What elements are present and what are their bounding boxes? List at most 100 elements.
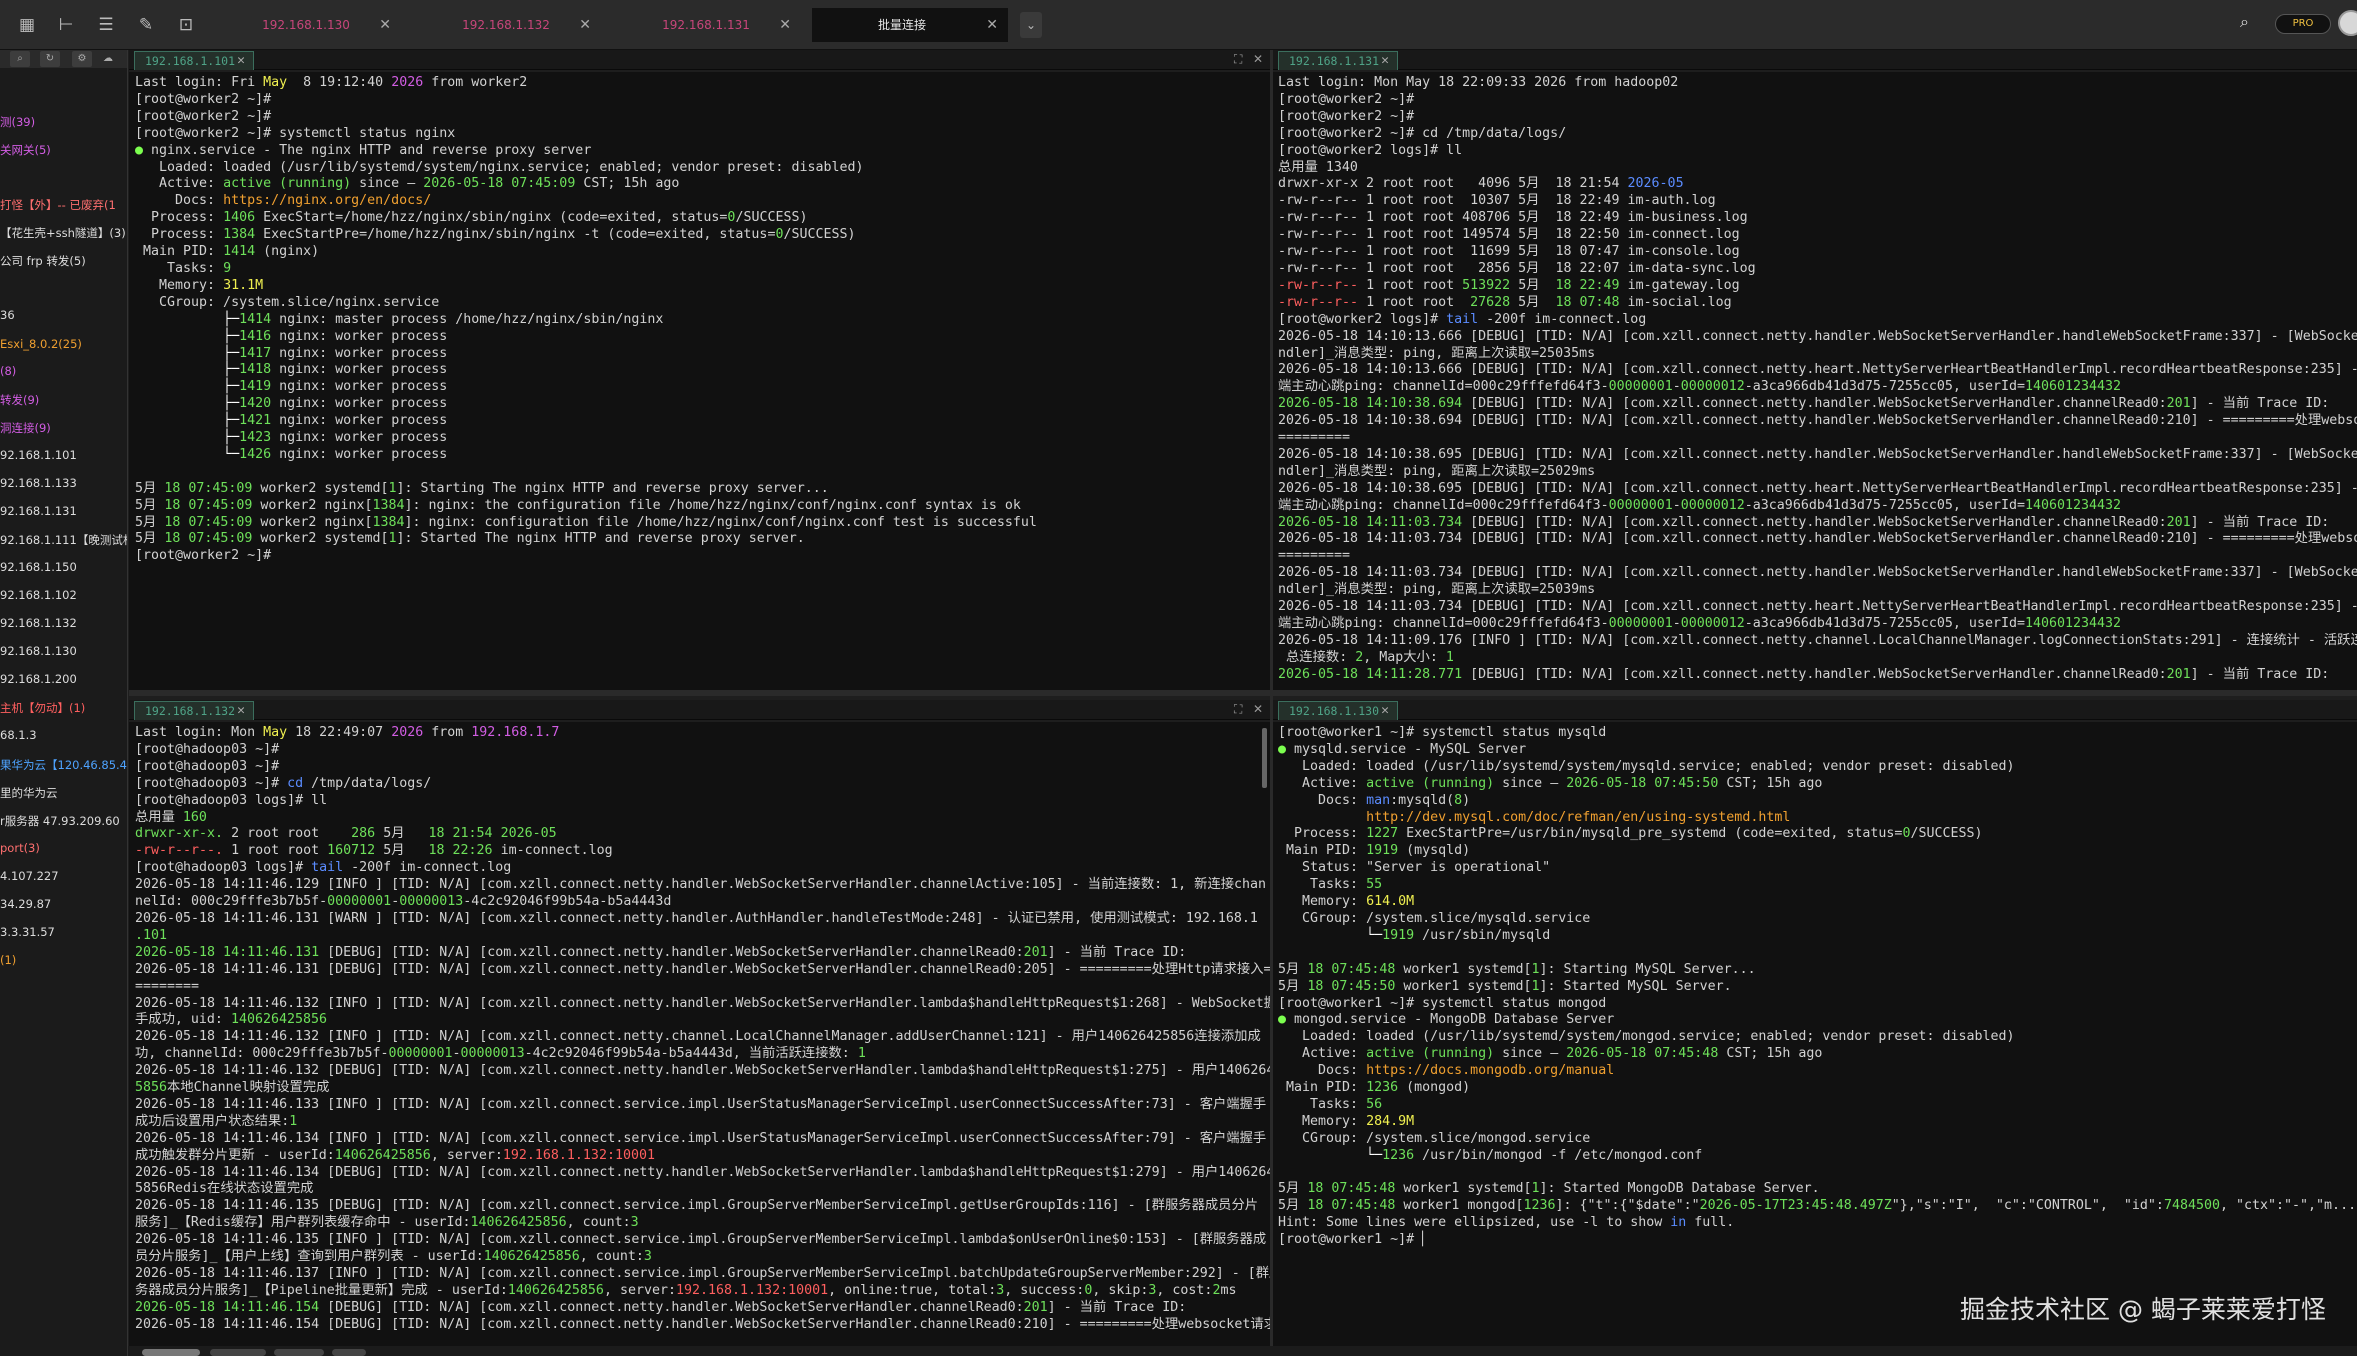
bottom-tab-pill[interactable]: [210, 1349, 266, 1356]
tab-192-168-1-130[interactable]: 192.168.1.130 ✕: [236, 8, 401, 42]
cloud-icon[interactable]: ☁: [98, 51, 118, 67]
sidebar-item[interactable]: 92.168.1.200: [0, 672, 77, 686]
terminal-text: May: [263, 75, 288, 90]
maximize-icon[interactable]: ⛶: [1234, 702, 1242, 717]
pro-badge[interactable]: PRO: [2275, 14, 2331, 34]
sidebar-item[interactable]: 里的华为云: [0, 785, 58, 801]
terminal-text: 5月: [135, 480, 165, 496]
terminal-text: 1 root root: [223, 843, 328, 859]
sidebar-item[interactable]: 92.168.1.150: [0, 560, 77, 574]
terminal-text: ]: Starting The nginx HTTP and reverse p…: [396, 480, 829, 496]
sidebar-item[interactable]: 92.168.1.101: [0, 448, 77, 462]
close-icon[interactable]: ✕: [237, 52, 245, 70]
terminal-text: 2026-05-18 14:11:46.133 [INFO ] [TID: N/…: [135, 1096, 1267, 1112]
terminal-text: [root@worker2 ~]#: [1278, 108, 1415, 124]
grid-icon[interactable]: ▦: [16, 14, 38, 36]
terminal-line: ​: [135, 464, 1270, 481]
close-icon[interactable]: ✕: [779, 8, 791, 42]
pane-tab[interactable]: 192.168.1.131 ✕: [1278, 51, 1398, 70]
search-icon[interactable]: ⌕: [10, 51, 30, 67]
terminal-icon[interactable]: ⊡: [175, 14, 197, 36]
horizontal-divider[interactable]: [1273, 690, 2357, 696]
sidebar-item[interactable]: Esxi_8.0.2(25): [0, 337, 82, 351]
close-icon[interactable]: ✕: [1253, 702, 1263, 716]
sidebar-item[interactable]: (8): [0, 364, 16, 378]
terminal-output[interactable]: Last login: Fri May 8 19:12:40 2026 from…: [129, 72, 1270, 690]
settings-icon[interactable]: ⚙: [72, 51, 92, 67]
pane-tab[interactable]: 192.168.1.130 ✕: [1278, 701, 1398, 720]
terminal-text: 2026-05-18 14:11:46.134 [INFO ] [TID: N/…: [135, 1130, 1267, 1146]
sidebar-item[interactable]: 关网关(5): [0, 142, 51, 158]
horizontal-divider[interactable]: [129, 690, 1270, 696]
terminal-text: (nginx): [255, 244, 320, 260]
sidebar-item[interactable]: 公司 frp 转发(5): [0, 253, 86, 269]
close-icon[interactable]: ✕: [986, 8, 998, 42]
maximize-icon[interactable]: ⛶: [1234, 52, 1242, 67]
scrollbar[interactable]: [1262, 728, 1267, 788]
terminal-text: Main PID:: [1278, 843, 1367, 859]
sidebar-item[interactable]: 92.168.1.132: [0, 616, 77, 630]
close-icon[interactable]: ✕: [1253, 52, 1263, 66]
close-icon[interactable]: ✕: [237, 702, 245, 720]
sidebar-item[interactable]: 【花生壳+ssh隧道】(3): [0, 225, 126, 241]
sidebar-item[interactable]: 92.168.1.111【晚测试机】: [0, 532, 127, 548]
sidebar-item[interactable]: r服务器 47.93.209.60: [0, 813, 120, 829]
sidebar-item[interactable]: 主机【勿动】(1): [0, 700, 85, 716]
terminal-text: 5月: [1278, 978, 1308, 994]
sidebar-item[interactable]: 34.29.87: [0, 897, 51, 911]
close-icon[interactable]: ✕: [379, 8, 391, 42]
sidebar-item[interactable]: (1): [0, 953, 16, 967]
terminal-output[interactable]: Last login: Mon May 18 22:49:07 2026 fro…: [129, 722, 1270, 1346]
pane-tab[interactable]: 192.168.1.101 ✕: [134, 51, 254, 70]
sidebar-item[interactable]: 打怪【外】-- 已废弃(1: [0, 197, 116, 213]
sidebar-item[interactable]: 68.1.3: [0, 728, 37, 742]
bottom-tab-pill[interactable]: [332, 1349, 366, 1356]
tab-192-168-1-132[interactable]: 192.168.1.132 ✕: [436, 8, 601, 42]
terminal-text: 1417: [239, 345, 272, 361]
search-icon[interactable]: ⌕: [2240, 12, 2249, 32]
terminal-line: ├─1421 nginx: worker process: [135, 413, 1270, 430]
vertical-divider[interactable]: [1270, 50, 1273, 1356]
terminal-text: [root@worker2 logs]#: [1278, 311, 1447, 327]
terminal-text: 2026-05-18 14:10:38.695 [DEBUG] [TID: N/…: [1278, 480, 2357, 496]
terminal-line: ndler]_消息类型: ping, 距离上次读取=25029ms: [1278, 464, 2357, 481]
sidebar-item[interactable]: 转发(9): [0, 392, 39, 408]
tab-batch-connect[interactable]: 批量连接 ✕: [812, 8, 1008, 42]
terminal-text: Process:: [1278, 826, 1367, 842]
terminal-output[interactable]: [root@worker1 ~]# systemctl status mysql…: [1273, 722, 2357, 1346]
sidebar-item[interactable]: 36: [0, 308, 15, 322]
sidebar-item[interactable]: 92.168.1.131: [0, 504, 77, 518]
bottom-tab-pill[interactable]: [142, 1349, 200, 1356]
sidebar-item[interactable]: 4.107.227: [0, 869, 59, 883]
terminal-text: 5月: [375, 843, 429, 859]
sidebar-item[interactable]: 3.3.31.57: [0, 925, 55, 939]
pane-tab[interactable]: 192.168.1.132 ✕: [134, 701, 254, 720]
terminal-text: [root@worker1 ~]# ▏: [1278, 1232, 1431, 1248]
sidebar-item[interactable]: 洞连接(9): [0, 420, 51, 436]
terminal-text: 2026-05-18 14:10:13.666 [DEBUG] [TID: N/…: [1278, 328, 2357, 344]
wrench-icon[interactable]: ✎: [135, 14, 157, 36]
close-icon[interactable]: ✕: [1381, 702, 1389, 720]
tree-icon[interactable]: ⊢: [55, 14, 77, 36]
tab-192-168-1-131[interactable]: 192.168.1.131 ✕: [636, 8, 801, 42]
terminal-line: 2026-05-18 14:11:46.134 [DEBUG] [TID: N/…: [135, 1165, 1270, 1182]
terminal-text: ] - 当前 Trace ID:: [1047, 1299, 1187, 1315]
terminal-text: 1414: [223, 244, 256, 260]
refresh-icon[interactable]: ↻: [40, 51, 60, 67]
terminal-line: 5月 18 07:45:09 worker2 nginx[1384]: ngin…: [135, 515, 1270, 532]
terminal-text: 2026-05-18 14:11:46.132 [INFO ] [TID: N/…: [135, 995, 1270, 1011]
sidebar-item[interactable]: 92.168.1.133: [0, 476, 77, 490]
list-icon[interactable]: ☰: [95, 14, 117, 36]
avatar[interactable]: [2338, 10, 2357, 36]
close-icon[interactable]: ✕: [1381, 52, 1389, 70]
sidebar-item[interactable]: port(3): [0, 841, 40, 855]
terminal-output[interactable]: Last login: Mon May 18 22:09:33 2026 fro…: [1273, 72, 2357, 690]
terminal-text: Status: "Server is operational": [1278, 860, 1551, 876]
bottom-tab-pill[interactable]: [274, 1349, 324, 1356]
sidebar-item[interactable]: 92.168.1.102: [0, 588, 77, 602]
sidebar-item[interactable]: 测(39): [0, 114, 35, 130]
sidebar-item[interactable]: 果华为云【120.46.85.4: [0, 757, 127, 773]
chevron-down-icon[interactable]: ⌄: [1020, 12, 1042, 38]
sidebar-item[interactable]: 92.168.1.130: [0, 644, 77, 658]
close-icon[interactable]: ✕: [579, 8, 591, 42]
